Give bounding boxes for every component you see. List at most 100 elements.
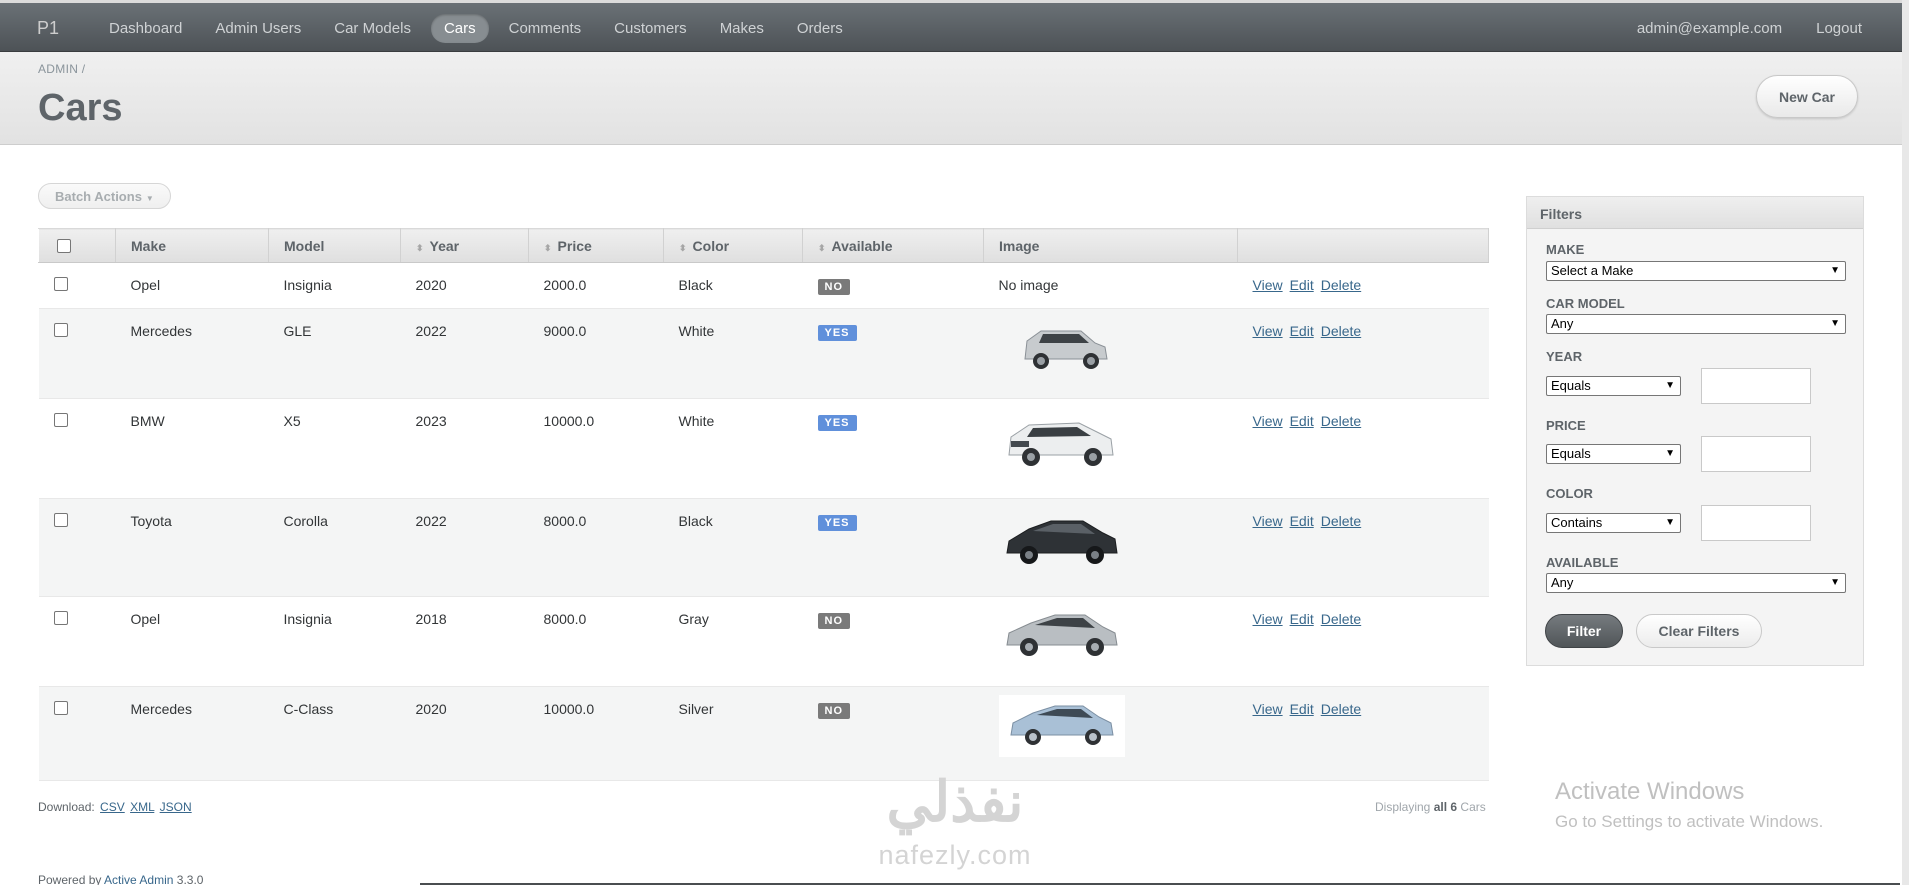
cell-year: 2020: [400, 686, 529, 781]
col-model[interactable]: Model: [268, 228, 401, 263]
col-color[interactable]: ⬍ Color: [663, 228, 803, 263]
table-row: Opel Insignia 2020 2000.0 Black NO No im…: [38, 262, 1489, 309]
delete-link[interactable]: Delete: [1321, 413, 1361, 429]
select-all-checkbox[interactable]: [57, 238, 71, 253]
cell-make: Toyota: [115, 498, 269, 597]
sort-icon: ⬍: [818, 242, 826, 253]
breadcrumb[interactable]: ADMIN /: [38, 62, 85, 76]
row-checkbox[interactable]: [53, 701, 68, 715]
nav-car-models[interactable]: Car Models: [321, 14, 424, 43]
row-checkbox[interactable]: [53, 611, 68, 625]
edit-link[interactable]: Edit: [1290, 277, 1314, 293]
download-json-link[interactable]: JSON: [160, 800, 192, 814]
logout-link[interactable]: Logout: [1816, 20, 1862, 37]
status-badge: YES: [817, 415, 857, 431]
car-sedan-image: [998, 605, 1124, 665]
col-make[interactable]: Make: [115, 228, 269, 263]
nav-admin-users[interactable]: Admin Users: [202, 14, 314, 43]
nav-makes[interactable]: Makes: [707, 14, 777, 43]
filters-title: Filters: [1527, 197, 1863, 229]
col-price[interactable]: ⬍ Price: [528, 228, 664, 263]
download-csv-link[interactable]: CSV: [100, 800, 125, 814]
edit-link[interactable]: Edit: [1290, 611, 1314, 627]
status-badge: NO: [817, 279, 850, 295]
view-link[interactable]: View: [1253, 513, 1283, 529]
filter-car-model-label: CAR MODEL: [1546, 296, 1625, 311]
edit-link[interactable]: Edit: [1290, 701, 1314, 717]
view-link[interactable]: View: [1253, 323, 1283, 339]
view-link[interactable]: View: [1253, 277, 1283, 293]
price-operator-select[interactable]: Equals ▼: [1546, 444, 1681, 464]
window-scrollbar[interactable]: [1902, 0, 1909, 885]
edit-link[interactable]: Edit: [1290, 413, 1314, 429]
user-nav: admin@example.com Logout: [1637, 20, 1862, 37]
cell-make: Mercedes: [115, 686, 269, 781]
view-link[interactable]: View: [1253, 701, 1283, 717]
year-input[interactable]: [1701, 368, 1811, 404]
current-user-link[interactable]: admin@example.com: [1637, 20, 1782, 37]
table-row: Opel Insignia 2018 8000.0 Gray NO View Ed…: [38, 596, 1489, 687]
table-header-row: Make Model ⬍ Year ⬍ Price ⬍ Color ⬍ Availabl…: [38, 228, 1489, 263]
col-image: Image: [983, 228, 1238, 263]
nav-orders[interactable]: Orders: [784, 14, 856, 43]
filter-color-label: COLOR: [1546, 486, 1593, 501]
sort-icon: ⬍: [679, 242, 687, 253]
chevron-down-icon: ▼: [1830, 577, 1840, 588]
color-input[interactable]: [1701, 505, 1811, 541]
edit-link[interactable]: Edit: [1290, 323, 1314, 339]
col-available[interactable]: ⬍ Available: [802, 228, 984, 263]
cell-color: Gray: [663, 596, 803, 687]
cell-color: Black: [663, 262, 803, 309]
top-navigation-bar: P1 Dashboard Admin Users Car Models Cars…: [0, 3, 1902, 52]
row-checkbox[interactable]: [53, 513, 68, 527]
price-input[interactable]: [1701, 436, 1811, 472]
car-model-select[interactable]: Any ▼: [1546, 314, 1846, 334]
edit-link[interactable]: Edit: [1290, 513, 1314, 529]
delete-link[interactable]: Delete: [1321, 277, 1361, 293]
chevron-down-icon: ▼: [1830, 318, 1840, 329]
delete-link[interactable]: Delete: [1321, 701, 1361, 717]
car-suv-image: [998, 317, 1124, 379]
new-car-button[interactable]: New Car: [1755, 75, 1858, 118]
nav-comments[interactable]: Comments: [496, 14, 595, 43]
pagination-info: Displaying all 6 Cars: [1375, 800, 1486, 814]
year-operator-select[interactable]: Equals ▼: [1546, 376, 1681, 396]
cell-model: Insignia: [268, 262, 401, 309]
row-checkbox[interactable]: [53, 413, 68, 427]
available-select[interactable]: Any ▼: [1546, 573, 1846, 593]
main-nav: Dashboard Admin Users Car Models Cars Co…: [96, 14, 863, 43]
make-select[interactable]: Select a Make ▼: [1546, 261, 1846, 281]
col-actions: [1237, 228, 1489, 263]
active-admin-link[interactable]: Active Admin: [104, 873, 173, 885]
page-title: Cars: [38, 87, 123, 129]
status-badge: YES: [817, 515, 857, 531]
view-link[interactable]: View: [1253, 611, 1283, 627]
car-suv-image: [998, 409, 1124, 475]
filter-button[interactable]: Filter: [1545, 614, 1623, 648]
col-year[interactable]: ⬍ Year: [400, 228, 529, 263]
row-checkbox[interactable]: [53, 277, 68, 291]
filter-make-label: MAKE: [1546, 242, 1585, 257]
nav-cars[interactable]: Cars: [430, 14, 489, 43]
row-checkbox[interactable]: [53, 323, 68, 337]
delete-link[interactable]: Delete: [1321, 611, 1361, 627]
view-link[interactable]: View: [1253, 413, 1283, 429]
nav-dashboard[interactable]: Dashboard: [96, 14, 195, 43]
status-badge: YES: [817, 325, 857, 341]
color-operator-select[interactable]: Contains ▼: [1546, 513, 1681, 533]
batch-actions-button[interactable]: Batch Actions ▼: [38, 183, 171, 209]
delete-link[interactable]: Delete: [1321, 513, 1361, 529]
delete-link[interactable]: Delete: [1321, 323, 1361, 339]
clear-filters-button[interactable]: Clear Filters: [1636, 614, 1762, 648]
table-row: Mercedes GLE 2022 9000.0 White YES View E…: [38, 308, 1489, 399]
sort-icon: ⬍: [416, 242, 424, 253]
status-badge: NO: [817, 613, 850, 629]
site-brand[interactable]: P1: [37, 18, 59, 39]
nav-customers[interactable]: Customers: [601, 14, 700, 43]
cell-model: C-Class: [268, 686, 401, 781]
cell-price: 2000.0: [528, 262, 664, 309]
download-xml-link[interactable]: XML: [130, 800, 154, 814]
cell-color: White: [663, 308, 803, 399]
filter-available-label: AVAILABLE: [1546, 555, 1619, 570]
car-sedan-image: [998, 509, 1124, 575]
